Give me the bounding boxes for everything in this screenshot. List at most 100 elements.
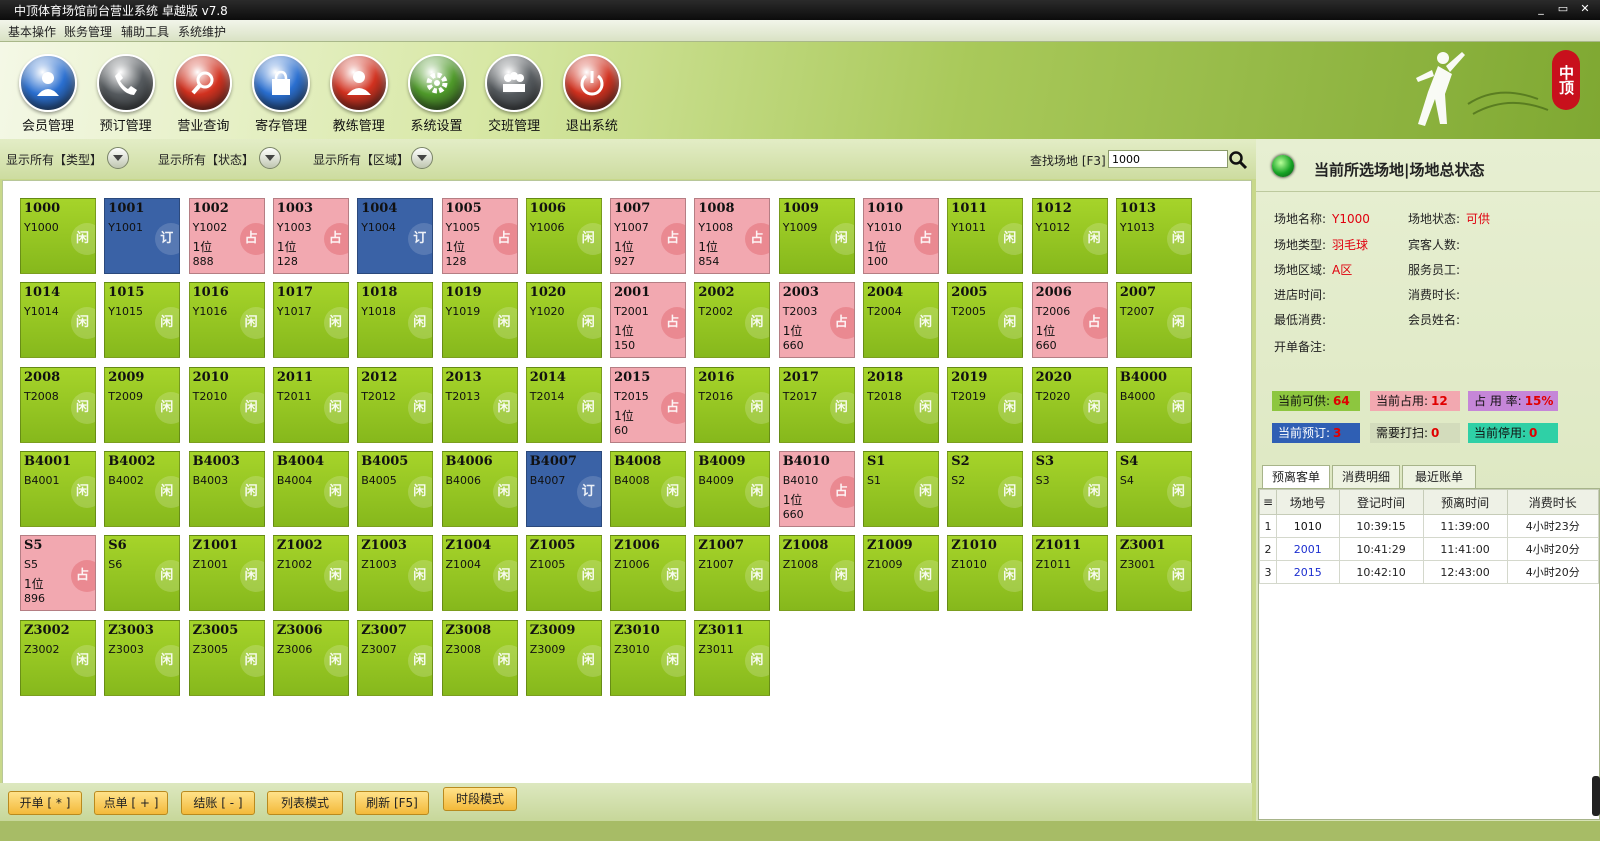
tab-departures[interactable]: 预离客单 — [1262, 465, 1330, 488]
court-tile[interactable]: 1017 Y1017 闲 — [272, 282, 349, 359]
court-tile[interactable]: S4 S4 闲 — [1115, 450, 1192, 527]
court-tile[interactable]: 2004 T2004 闲 — [863, 282, 939, 359]
court-tile[interactable]: B4004 B4004 闲 — [272, 450, 349, 527]
add-item-button[interactable]: 点单 [ + ] — [94, 791, 168, 815]
toolbar-button-2[interactable]: 预订管理 — [93, 54, 159, 134]
toolbar-button-3[interactable]: 营业查询 — [170, 54, 236, 134]
court-tile[interactable]: Z1006 Z1006 闲 — [610, 535, 687, 612]
court-tile[interactable]: 1007 Y1007 1位 927 占 — [610, 198, 687, 274]
court-tile[interactable]: Z1011 Z1011 闲 — [1031, 535, 1108, 612]
court-tile[interactable]: S5 S5 1位 896 占 — [20, 535, 96, 612]
court-tile[interactable]: Z1007 Z1007 闲 — [694, 535, 771, 612]
table-row[interactable]: 3 2015 10:42:10 12:43:00 4小时20分 — [1259, 560, 1600, 584]
court-tile[interactable]: Z1009 Z1009 闲 — [863, 535, 939, 612]
close-button[interactable]: ✕ — [1576, 1, 1594, 17]
court-tile[interactable]: Z1008 Z1008 闲 — [778, 535, 855, 612]
court-tile[interactable]: Z3011 Z3011 闲 — [694, 619, 771, 696]
filter-area-dropdown[interactable] — [411, 147, 433, 169]
court-tile[interactable]: Z1004 Z1004 闲 — [441, 535, 518, 612]
court-tile[interactable]: 1004 Y1004 订 — [357, 198, 434, 274]
court-tile[interactable]: Z1003 Z1003 闲 — [357, 535, 434, 612]
court-tile[interactable]: 1006 Y1006 闲 — [525, 198, 602, 274]
court-tile[interactable]: 1019 Y1019 闲 — [441, 282, 518, 359]
toolbar-button-8[interactable]: 退出系统 — [559, 54, 625, 134]
court-tile[interactable]: 2010 T2010 闲 — [188, 366, 265, 443]
court-tile[interactable]: 2015 T2015 1位 60 占 — [610, 366, 687, 443]
scrollbar[interactable] — [1592, 776, 1600, 816]
court-tile[interactable]: 2005 T2005 闲 — [947, 282, 1024, 359]
court-tile[interactable]: 1016 Y1016 闲 — [188, 282, 265, 359]
court-tile[interactable]: 2012 T2012 闲 — [357, 366, 434, 443]
court-tile[interactable]: B4009 B4009 闲 — [694, 450, 771, 527]
toolbar-button-5[interactable]: 教练管理 — [326, 54, 392, 134]
court-tile[interactable]: 1002 Y1002 1位 888 占 — [188, 198, 265, 274]
court-tile[interactable]: Z3005 Z3005 闲 — [188, 619, 265, 696]
court-tile[interactable]: 2011 T2011 闲 — [272, 366, 349, 443]
court-tile[interactable]: B4005 B4005 闲 — [357, 450, 434, 527]
court-tile[interactable]: Z3006 Z3006 闲 — [272, 619, 349, 696]
court-tile[interactable]: 1020 Y1020 闲 — [525, 282, 602, 359]
court-tile[interactable]: 1013 Y1013 闲 — [1115, 198, 1192, 274]
court-tile[interactable]: 2013 T2013 闲 — [441, 366, 518, 443]
toolbar-button-6[interactable]: 系统设置 — [404, 54, 470, 134]
court-tile[interactable]: B4010 B4010 1位 660 占 — [778, 450, 855, 527]
checkout-button[interactable]: 结账 [ - ] — [181, 791, 255, 815]
court-tile[interactable]: 1005 Y1005 1位 128 占 — [441, 198, 518, 274]
court-tile[interactable]: 2002 T2002 闲 — [694, 282, 771, 359]
court-tile[interactable]: Z3008 Z3008 闲 — [441, 619, 518, 696]
court-tile[interactable]: S6 S6 闲 — [104, 535, 181, 612]
court-tile[interactable]: Z1001 Z1001 闲 — [188, 535, 265, 612]
court-tile[interactable]: Z1005 Z1005 闲 — [525, 535, 602, 612]
list-mode-button[interactable]: 列表模式 — [267, 791, 343, 815]
court-tile[interactable]: 1018 Y1018 闲 — [357, 282, 434, 359]
maximize-button[interactable]: ▭ — [1554, 1, 1572, 17]
court-tile[interactable]: B4000 B4000 闲 — [1115, 366, 1192, 443]
menu-tools[interactable]: 辅助工具 — [121, 23, 169, 40]
search-icon[interactable] — [1228, 150, 1248, 170]
court-tile[interactable]: 2020 T2020 闲 — [1031, 366, 1108, 443]
court-tile[interactable]: 1000 Y1000 闲 — [20, 198, 96, 274]
menu-basic-ops[interactable]: 基本操作 — [8, 23, 56, 40]
court-tile[interactable]: 1012 Y1012 闲 — [1031, 198, 1108, 274]
table-row[interactable]: 1 1010 10:39:15 11:39:00 4小时23分 — [1259, 514, 1600, 538]
court-tile[interactable]: 1010 Y1010 1位 100 占 — [863, 198, 939, 274]
court-tile[interactable]: 2017 T2017 闲 — [778, 366, 855, 443]
court-tile[interactable]: 2003 T2003 1位 660 占 — [778, 282, 855, 359]
court-tile[interactable]: 1014 Y1014 闲 — [20, 282, 96, 359]
menu-maintenance[interactable]: 系统维护 — [178, 23, 226, 40]
court-tile[interactable]: S3 S3 闲 — [1031, 450, 1108, 527]
open-order-button[interactable]: 开单 [ * ] — [8, 791, 82, 815]
court-tile[interactable]: S1 S1 闲 — [863, 450, 939, 527]
court-tile[interactable]: Z1002 Z1002 闲 — [272, 535, 349, 612]
court-tile[interactable]: B4007 B4007 订 — [525, 450, 602, 527]
court-tile[interactable]: S2 S2 闲 — [947, 450, 1024, 527]
menu-accounts[interactable]: 账务管理 — [64, 23, 112, 40]
court-tile[interactable]: 2008 T2008 闲 — [20, 366, 96, 443]
court-tile[interactable]: B4002 B4002 闲 — [104, 450, 181, 527]
toolbar-button-7[interactable]: 交班管理 — [481, 54, 547, 134]
court-tile[interactable]: 1009 Y1009 闲 — [778, 198, 855, 274]
court-tile[interactable]: Z3003 Z3003 闲 — [104, 619, 181, 696]
search-input[interactable] — [1108, 150, 1228, 168]
minimize-button[interactable]: _ — [1532, 1, 1550, 17]
court-tile[interactable]: 2007 T2007 闲 — [1115, 282, 1192, 359]
toolbar-button-4[interactable]: 寄存管理 — [248, 54, 314, 134]
court-tile[interactable]: B4008 B4008 闲 — [610, 450, 687, 527]
court-tile[interactable]: Z3009 Z3009 闲 — [525, 619, 602, 696]
court-tile[interactable]: 2014 T2014 闲 — [525, 366, 602, 443]
court-tile[interactable]: 2009 T2009 闲 — [104, 366, 181, 443]
court-tile[interactable]: 2001 T2001 1位 150 占 — [610, 282, 687, 359]
court-tile[interactable]: 1011 Y1011 闲 — [947, 198, 1024, 274]
court-tile[interactable]: Z3002 Z3002 闲 — [20, 619, 96, 696]
court-tile[interactable]: 2016 T2016 闲 — [694, 366, 771, 443]
court-tile[interactable]: B4001 B4001 闲 — [20, 450, 96, 527]
court-tile[interactable]: 1008 Y1008 1位 854 占 — [694, 198, 771, 274]
court-tile[interactable]: B4006 B4006 闲 — [441, 450, 518, 527]
court-tile[interactable]: Z1010 Z1010 闲 — [947, 535, 1024, 612]
filter-type-dropdown[interactable] — [107, 147, 129, 169]
court-tile[interactable]: 1015 Y1015 闲 — [104, 282, 181, 359]
refresh-button[interactable]: 刷新 [F5] — [355, 791, 429, 815]
court-tile[interactable]: B4003 B4003 闲 — [188, 450, 265, 527]
court-tile[interactable]: 1003 Y1003 1位 128 占 — [272, 198, 349, 274]
filter-status-dropdown[interactable] — [259, 147, 281, 169]
